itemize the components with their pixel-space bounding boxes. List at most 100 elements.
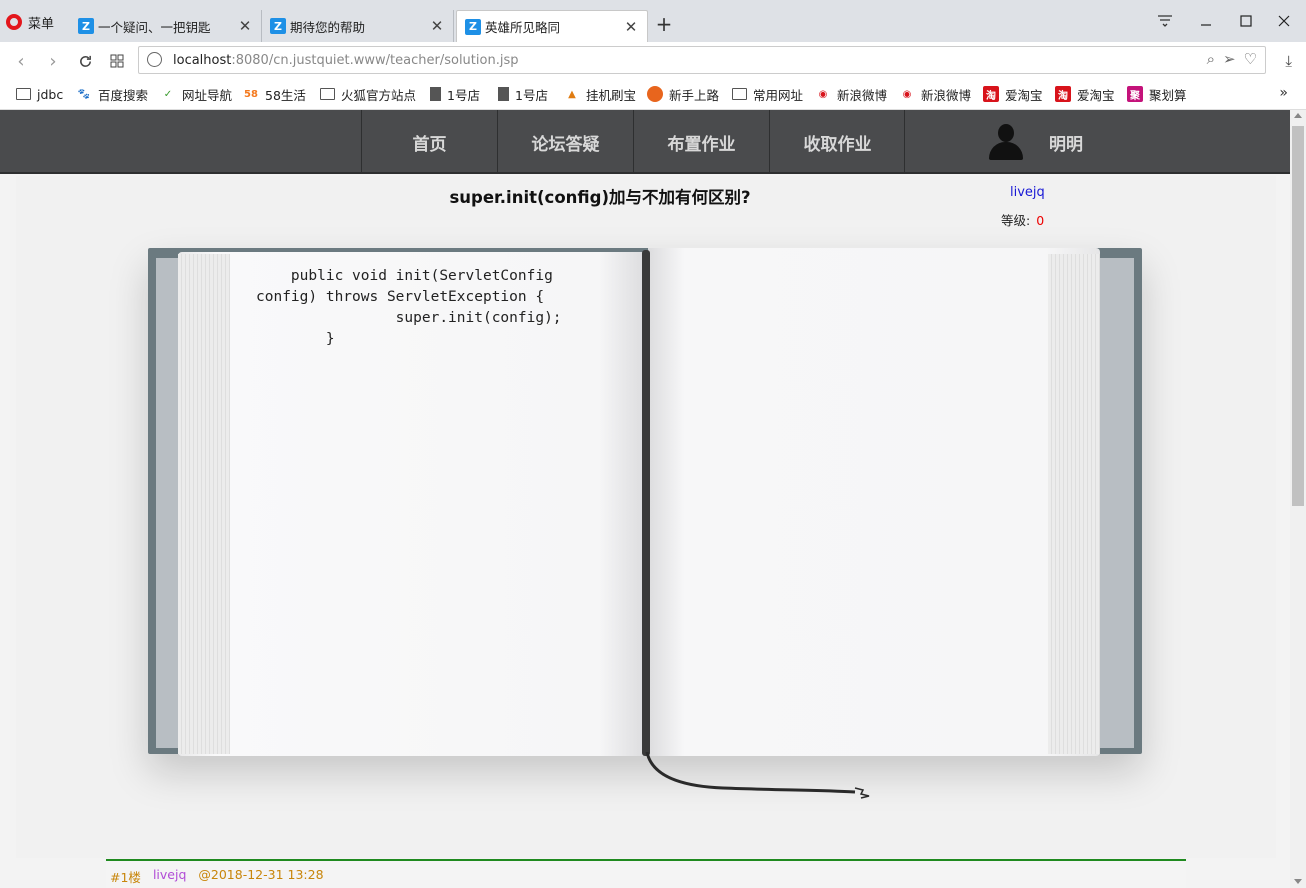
close-tab-icon[interactable]: ✕ (623, 18, 639, 36)
close-window-icon[interactable] (1264, 8, 1304, 34)
send-icon[interactable]: ➢ (1223, 50, 1236, 68)
bookmark-item[interactable]: ◉ 新浪微博 (899, 84, 971, 104)
bookmark-label: 58生活 (265, 87, 306, 103)
doc-icon (430, 87, 441, 101)
bookmark-label: 1号店 (515, 87, 548, 103)
bookmark-item[interactable]: 58 58生活 (243, 84, 306, 104)
scroll-down-arrow-icon[interactable] (1294, 879, 1302, 884)
speed-dial-icon[interactable] (106, 50, 128, 72)
floor-timestamp: @2018-12-31 13:28 (198, 867, 324, 882)
bookmark-ribbon (645, 752, 870, 799)
tab-menu-icon[interactable] (1145, 8, 1185, 34)
floor-user-link[interactable]: livejq (153, 867, 186, 886)
bookmark-item[interactable]: 常用网址 (732, 84, 803, 104)
bookmark-item[interactable]: ▲ 挂机刷宝 (564, 84, 636, 104)
search-icon[interactable]: ⌕ (1207, 50, 1215, 68)
floor-number: #1楼 (110, 870, 141, 885)
globe-icon (147, 52, 162, 67)
site-header: 首页 论坛答疑 布置作业 收取作业 明明 (0, 110, 1290, 174)
bookmark-item[interactable]: 淘爱淘宝 (1055, 84, 1115, 104)
heart-icon[interactable]: ♡ (1244, 50, 1257, 68)
hao-icon: ✓ (163, 88, 173, 100)
close-tab-icon[interactable]: ✕ (237, 17, 253, 35)
bookmark-label: 新浪微博 (921, 87, 972, 103)
bookmark-item[interactable]: 新手上路 (647, 84, 719, 104)
close-tab-icon[interactable]: ✕ (429, 17, 445, 35)
bookmark-label: 百度搜索 (98, 87, 149, 103)
bookmark-label: 1号店 (447, 87, 480, 103)
maximize-icon[interactable] (1226, 8, 1266, 34)
bookmark-label: 火狐官方站点 (341, 87, 417, 103)
url-host: localhost (173, 52, 232, 68)
site-favicon-icon: Z (78, 18, 94, 34)
bookmark-label: jdbc (37, 86, 64, 102)
reply-floor-bar: #1楼 livejq @2018-12-31 13:28 (106, 859, 1186, 888)
url-path: :8080/cn.justquiet.www/teacher/solution.… (231, 52, 519, 68)
user-menu[interactable]: 明明 (904, 110, 1290, 174)
page-viewport: 首页 论坛答疑 布置作业 收取作业 明明 super.init(config)加… (0, 110, 1290, 888)
nav-collect-homework[interactable]: 收取作业 (769, 110, 905, 174)
bookmark-item[interactable]: 聚聚划算 (1127, 84, 1187, 104)
bookmark-item[interactable]: jdbc (16, 84, 63, 104)
tab-title: 一个疑问、一把钥匙 (98, 19, 211, 35)
nav-home[interactable]: 首页 (361, 110, 497, 174)
url-input[interactable]: localhost:8080/cn.justquiet.www/teacher/… (138, 46, 1266, 74)
scrollbar-thumb[interactable] (1292, 126, 1304, 506)
taobao-icon: 淘 (983, 86, 999, 102)
back-arrow-icon[interactable]: ‹ (10, 50, 32, 72)
vertical-scrollbar[interactable] (1290, 110, 1306, 888)
tab-bar: 菜单 Z 一个疑问、一把钥匙 ✕ Z 期待您的帮助 ✕ Z 英雄所见略同 ✕ + (0, 0, 1306, 42)
opera-menu-button[interactable]: 菜单 (6, 10, 54, 34)
bookmark-item[interactable]: 🐾 百度搜索 (76, 84, 148, 104)
tab-3-active[interactable]: Z 英雄所见略同 ✕ (456, 10, 648, 42)
more-bookmarks-icon[interactable]: » (1279, 85, 1288, 101)
tab-title: 期待您的帮助 (290, 19, 366, 35)
reload-icon[interactable] (74, 50, 96, 72)
question-code: public void init(ServletConfig config) t… (256, 268, 562, 347)
folder-icon (16, 88, 31, 100)
bookmark-item[interactable]: 1号店 (430, 84, 480, 104)
weibo-icon: ◉ (902, 88, 912, 100)
download-icon[interactable]: ⤓ (1285, 52, 1292, 70)
user-avatar-icon (989, 124, 1023, 160)
tab-2[interactable]: Z 期待您的帮助 ✕ (262, 10, 454, 42)
level-label: 等级: (1001, 213, 1031, 228)
bookmarks-bar: jdbc 🐾 百度搜索 ✓ 网址导航 58 58生活 火狐官方站点 1号店 1号店 ▲… (0, 78, 1306, 110)
site-favicon-icon: Z (270, 18, 286, 34)
firefox-icon (647, 86, 663, 102)
bookmark-label: 爱淘宝 (1077, 87, 1115, 103)
nav-forum[interactable]: 论坛答疑 (497, 110, 633, 174)
nav-assign-homework[interactable]: 布置作业 (633, 110, 769, 174)
bookmark-label: 爱淘宝 (1005, 87, 1043, 103)
book-right-page (648, 248, 1100, 756)
page-edges-left (178, 254, 230, 754)
author-link[interactable]: livejq (1010, 185, 1045, 200)
bookmark-label: 新浪微博 (837, 87, 888, 103)
bookmark-item[interactable]: 淘爱淘宝 (983, 84, 1043, 104)
page-edges-right (1048, 254, 1100, 754)
juhuasuan-icon: 聚 (1127, 86, 1143, 102)
new-tab-button[interactable]: + (652, 13, 676, 37)
doc-icon (498, 87, 509, 101)
folder-icon (320, 88, 335, 100)
username: 明明 (1049, 135, 1083, 155)
bookmark-label: 新手上路 (669, 87, 720, 103)
tab-title: 英雄所见略同 (485, 20, 561, 35)
58-icon: 58 (244, 88, 258, 100)
bookmark-label: 网址导航 (182, 87, 233, 103)
menu-label: 菜单 (28, 16, 55, 32)
bookmark-label: 聚划算 (1149, 87, 1187, 103)
bookmark-item[interactable]: ✓ 网址导航 (160, 84, 232, 104)
tab-1[interactable]: Z 一个疑问、一把钥匙 ✕ (70, 10, 262, 42)
baidu-icon: 🐾 (77, 88, 91, 100)
address-bar-row: ‹ › localhost:8080/cn.justquiet.www/teac… (0, 42, 1306, 78)
bookmark-item[interactable]: 火狐官方站点 (320, 84, 416, 104)
forward-arrow-icon[interactable]: › (42, 50, 64, 72)
minimize-icon[interactable] (1186, 8, 1226, 34)
scroll-up-arrow-icon[interactable] (1294, 113, 1302, 118)
weibo-icon: ◉ (818, 88, 828, 100)
author-level: 等级: 0 (1001, 210, 1044, 229)
level-value: 0 (1036, 213, 1045, 228)
bookmark-item[interactable]: ◉ 新浪微博 (815, 84, 887, 104)
bookmark-item[interactable]: 1号店 (498, 84, 548, 104)
